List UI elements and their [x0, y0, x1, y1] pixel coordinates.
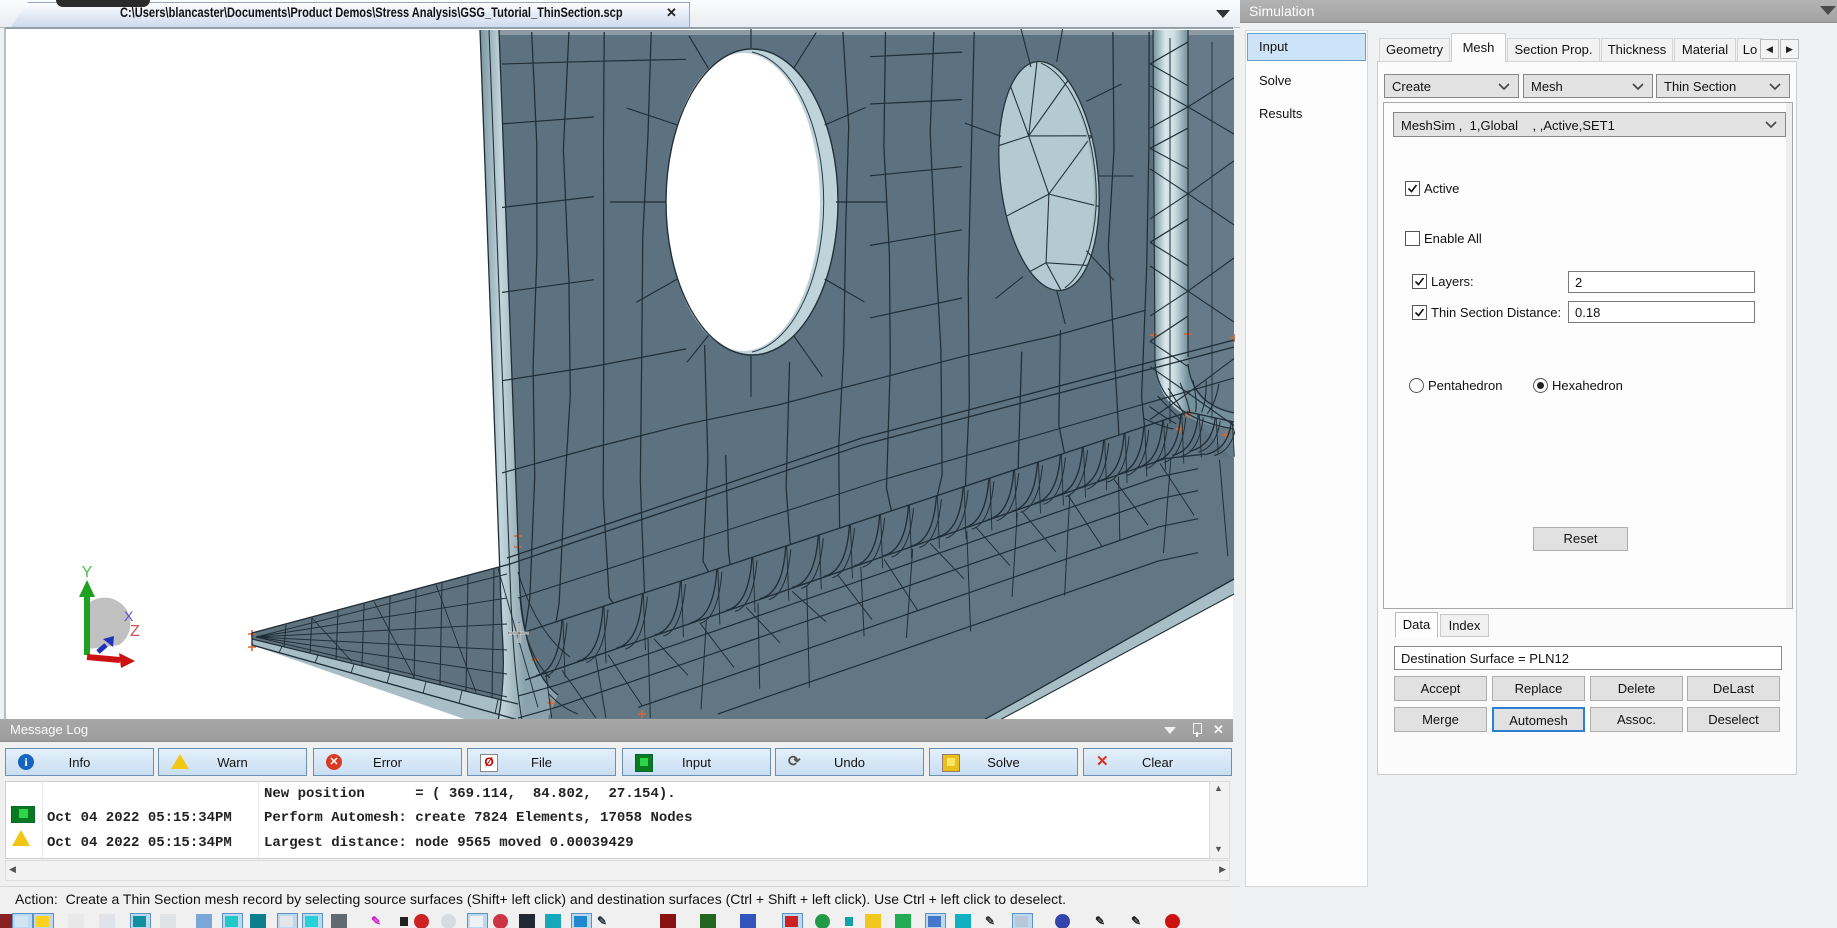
svg-text:Z: Z — [130, 623, 140, 640]
svg-text:X: X — [124, 608, 134, 624]
svg-text:Y: Y — [82, 564, 93, 581]
